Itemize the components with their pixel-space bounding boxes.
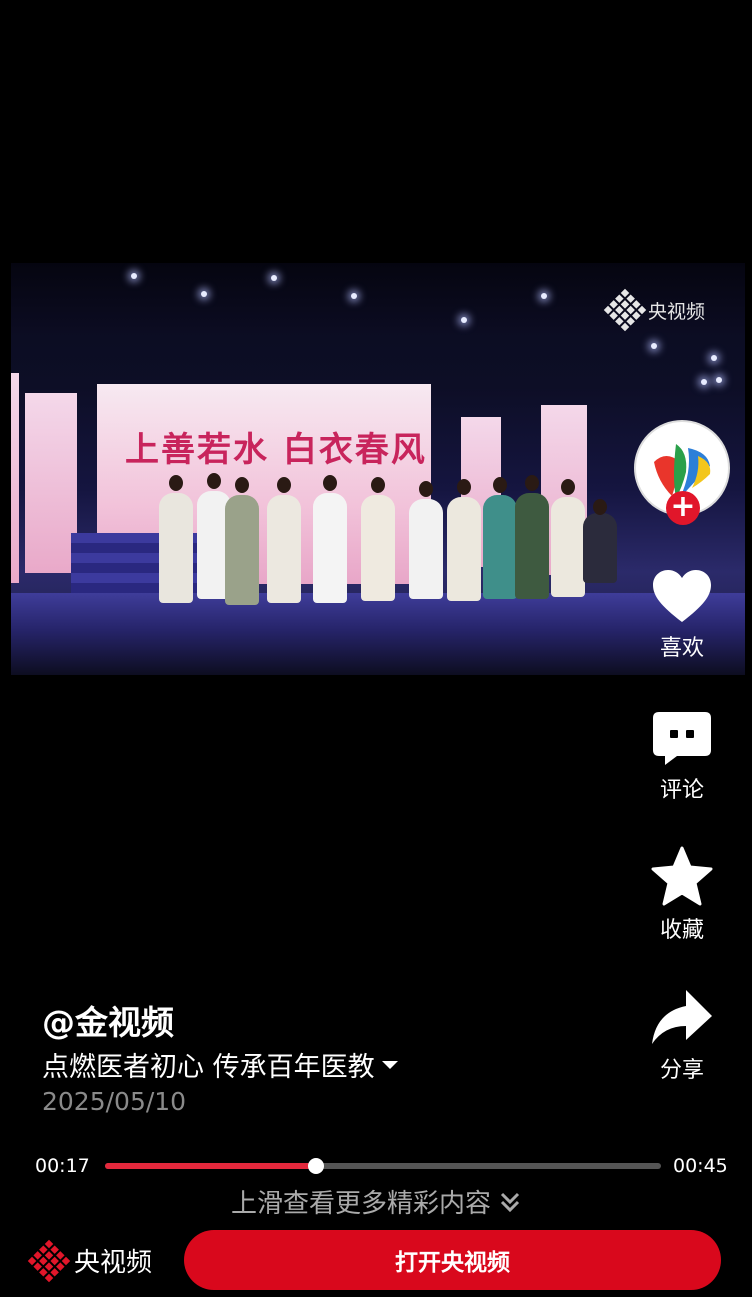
like-button[interactable]: 喜欢 [632,568,732,662]
performer-head [457,479,471,495]
banner-title: 上善若水 白衣春风 [125,430,427,470]
performer [483,495,517,599]
open-app-button[interactable]: 打开央视频 [184,1230,721,1290]
swipe-hint-text: 上滑查看更多精彩内容 [230,1189,491,1219]
performer-head [493,477,507,493]
progress-knob[interactable] [308,1158,325,1174]
chevron-down-icon[interactable] [381,1059,399,1071]
performer-head [419,481,433,497]
comment-icon [653,712,711,765]
video-watermark: 央视频 [603,288,705,332]
author-name[interactable]: @金视频 [42,996,174,1044]
performer [225,495,259,605]
star-icon [651,846,713,906]
share-icon [652,990,712,1044]
progress-fill [105,1163,317,1169]
performer [361,495,395,601]
performer [409,499,443,599]
share-label: 分享 [659,1058,704,1083]
performer-head [593,499,607,515]
brand-logo: 央视频 [27,1239,153,1282]
performer-head [235,477,249,493]
performer-head [207,473,221,489]
favorite-button[interactable]: 收藏 [632,846,732,944]
performer-head [323,475,337,491]
wheelchair-performer [583,513,617,583]
like-label: 喜欢 [659,636,704,661]
video-caption[interactable]: 点燃医者初心 传承百年医教 [42,1045,399,1084]
side-panel [11,373,19,583]
follow-plus-button[interactable]: + [666,491,700,525]
performer-head [277,477,291,493]
performer [267,495,301,603]
share-button[interactable]: 分享 [632,988,732,1084]
heart-icon [653,570,711,622]
post-date: 2025/05/10 [42,1087,187,1116]
side-panel [25,393,77,573]
comment-label: 评论 [659,778,704,803]
performer [159,493,193,603]
performer [313,493,347,603]
current-time: 00:17 [35,1155,90,1177]
performer-head [525,475,539,491]
total-time: 00:45 [673,1155,728,1177]
brand-name: 央视频 [74,1248,153,1278]
cctv-logo-icon [27,1239,71,1282]
performer-head [371,477,385,493]
performer [551,497,585,597]
performer-head [561,479,575,495]
performer [515,493,549,599]
caption-text: 点燃医者初心 传承百年医教 [42,1052,375,1083]
double-chevron-down-icon [500,1192,520,1212]
watermark-text: 央视频 [647,300,705,323]
progress-bar[interactable] [105,1158,661,1174]
performer-head [169,475,183,491]
favorite-label: 收藏 [659,918,704,943]
comment-button[interactable]: 评论 [632,710,732,804]
cctv-logo-icon [603,288,647,332]
performer [447,497,481,601]
swipe-hint: 上滑查看更多精彩内容 [0,1183,752,1220]
